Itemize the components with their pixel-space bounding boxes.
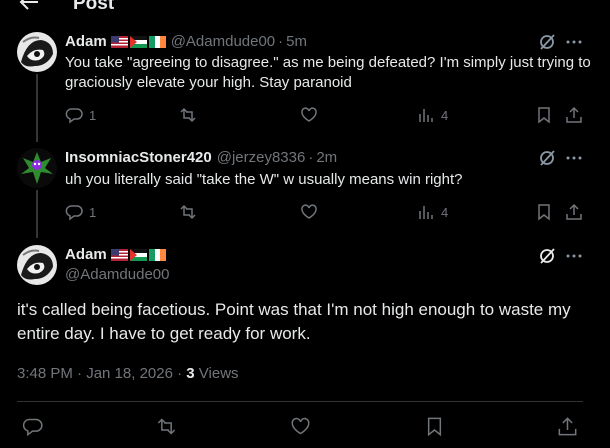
share-icon — [565, 106, 583, 124]
repost-button[interactable] — [156, 416, 177, 437]
palestine-flag-icon — [129, 249, 147, 261]
reply-button[interactable]: 1 — [65, 203, 96, 221]
reply-actions: 1 4 — [65, 203, 585, 223]
avatar[interactable] — [17, 245, 57, 285]
handle[interactable]: @jerzey8336 — [217, 149, 306, 167]
share-icon — [557, 416, 578, 437]
reply-text: uh you literally said "take the W" w usu… — [65, 171, 463, 188]
bookmark-button[interactable] — [535, 106, 553, 124]
separator-dot: · — [278, 33, 284, 50]
more-options-icon[interactable] — [565, 33, 583, 51]
thread-connector — [36, 74, 38, 142]
handle[interactable]: @Adamdude00 — [171, 33, 275, 51]
post-actions — [17, 416, 583, 438]
heart-icon — [300, 203, 318, 221]
views-count: 4 — [441, 107, 449, 123]
us-flag-icon — [110, 249, 128, 261]
reply-button[interactable] — [22, 416, 43, 437]
post-meta: 3:48 PM · Jan 18, 2026 · 3 Views — [17, 365, 239, 383]
grok-icon[interactable] — [538, 33, 556, 51]
share-button[interactable] — [557, 416, 578, 437]
views-label: Views — [194, 365, 239, 382]
reply-icon — [22, 416, 43, 437]
views-button[interactable]: 4 — [417, 106, 448, 124]
reply-author-line: Adam @Adamdude00 · 5m — [65, 33, 307, 51]
avatar[interactable] — [17, 148, 57, 188]
repost-icon — [179, 203, 197, 221]
views-icon — [417, 203, 435, 221]
page-title: Post — [73, 0, 115, 14]
post-time[interactable]: 2m — [316, 149, 337, 167]
repost-icon — [179, 106, 197, 124]
ireland-flag-icon — [148, 249, 166, 261]
bookmark-icon — [424, 416, 445, 437]
thread-connector — [36, 190, 38, 238]
heart-icon — [290, 416, 311, 437]
post-time[interactable]: 5m — [286, 33, 307, 51]
reply-count: 1 — [89, 204, 97, 220]
more-options-icon[interactable] — [565, 149, 583, 167]
divider — [17, 401, 583, 402]
repost-button[interactable] — [179, 203, 197, 221]
separator-dot: · — [308, 149, 314, 166]
flag-emojis — [110, 36, 166, 48]
like-button[interactable] — [300, 203, 318, 221]
views-icon — [417, 106, 435, 124]
share-button[interactable] — [565, 106, 583, 124]
us-flag-icon — [110, 36, 128, 48]
reply-author-line: InsomniacStoner420 @jerzey8336 · 2m — [65, 149, 337, 167]
share-button[interactable] — [565, 203, 583, 221]
repost-icon — [156, 416, 177, 437]
share-icon — [565, 203, 583, 221]
back-arrow-icon[interactable] — [18, 0, 40, 12]
reply-count: 1 — [89, 107, 97, 123]
reply-text: You take "agreeing to disagree." as me b… — [65, 54, 591, 91]
views-count: 4 — [441, 204, 449, 220]
bookmark-icon — [535, 106, 553, 124]
like-button[interactable] — [300, 106, 318, 124]
post-timestamp[interactable]: 3:48 PM · Jan 18, 2026 — [17, 365, 173, 382]
grok-icon[interactable] — [538, 149, 556, 167]
reply-icon — [65, 203, 83, 221]
grok-icon[interactable] — [538, 247, 556, 265]
page-header: Post — [0, 0, 610, 14]
bookmark-button[interactable] — [535, 203, 553, 221]
bookmark-icon — [535, 203, 553, 221]
views-button[interactable]: 4 — [417, 203, 448, 221]
like-button[interactable] — [290, 416, 311, 437]
heart-icon — [300, 106, 318, 124]
ireland-flag-icon — [148, 36, 166, 48]
display-name[interactable]: InsomniacStoner420 — [65, 149, 212, 167]
more-options-icon[interactable] — [565, 247, 583, 265]
repost-button[interactable] — [179, 106, 197, 124]
flag-emojis — [110, 249, 166, 261]
avatar[interactable] — [17, 32, 57, 72]
handle[interactable]: @Adamdude00 — [65, 266, 169, 284]
reply-actions: 1 4 — [65, 106, 585, 126]
main-author-line: Adam — [65, 246, 166, 264]
palestine-flag-icon — [129, 36, 147, 48]
reply-button[interactable]: 1 — [65, 106, 96, 124]
views-count[interactable]: 3 — [186, 365, 194, 382]
bookmark-button[interactable] — [424, 416, 445, 437]
post-text: it's called being facetious. Point was t… — [17, 300, 571, 343]
separator-dot: · — [172, 365, 187, 382]
reply-icon — [65, 106, 83, 124]
display-name[interactable]: Adam — [65, 246, 107, 264]
display-name[interactable]: Adam — [65, 33, 107, 51]
